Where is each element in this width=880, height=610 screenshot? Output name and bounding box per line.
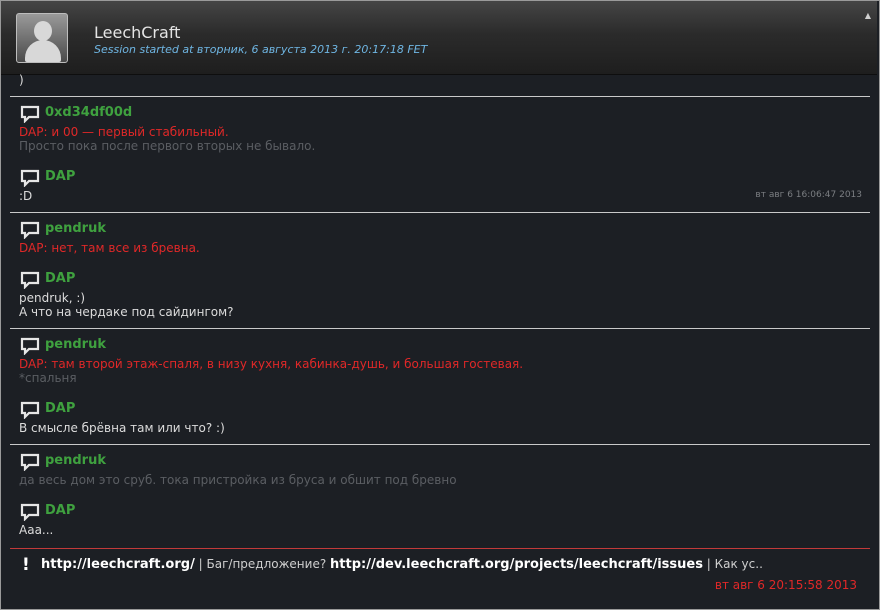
scroll-up-arrow-icon[interactable]: ▲ <box>865 11 871 20</box>
partial-message-text: ) <box>19 73 24 87</box>
message-nick[interactable]: 0xd34df00d <box>45 105 132 120</box>
message-text: DAP: там второй этаж-спаля, в низу кухня… <box>19 357 524 371</box>
topic-link-homepage[interactable]: http://leechcraft.org/ <box>41 557 195 572</box>
message-text: DAP: и 00 — первый стабильный. <box>19 125 229 139</box>
topic-timestamp: вт авг 6 20:15:58 2013 <box>714 578 857 592</box>
message-bubble-icon <box>20 271 40 289</box>
message-separator <box>10 96 870 97</box>
message-bubble-icon <box>20 105 40 123</box>
topic-line: http://leechcraft.org/ | Баг/предложение… <box>41 557 763 572</box>
message-text: А что на чердаке под сайдингом? <box>19 305 234 319</box>
avatar-head-shape <box>34 21 52 41</box>
message-nick[interactable]: DAP <box>45 169 75 184</box>
message-text: pendruk, :) <box>19 291 86 305</box>
message-text: Ааа... <box>19 523 54 537</box>
message-bubble-icon <box>20 401 40 419</box>
message-separator <box>10 212 870 213</box>
message-text: :D <box>19 189 33 203</box>
topic-text: | Баг/предложение? <box>194 557 331 571</box>
message-nick[interactable]: DAP <box>45 503 75 518</box>
chat-header: LeechCraft Session started at вторник, 6… <box>1 1 877 75</box>
topic-link-issues[interactable]: http://dev.leechcraft.org/projects/leech… <box>330 557 703 572</box>
session-started-text: Session started at вторник, 6 августа 20… <box>94 43 428 56</box>
topic-separator <box>10 548 870 549</box>
message-bubble-icon <box>20 221 40 239</box>
avatar-body-shape <box>25 40 61 62</box>
message-text: да весь дом это сруб. тока пристройка из… <box>19 473 457 487</box>
message-separator <box>10 444 870 445</box>
topic-text: | Как ус.. <box>702 557 763 571</box>
chat-title: LeechCraft <box>94 23 181 42</box>
message-text: DAP: нет, там все из бревна. <box>19 241 200 255</box>
message-text: В смысле брёвна там или что? :) <box>19 421 225 435</box>
message-nick[interactable]: DAP <box>45 401 75 416</box>
avatar[interactable] <box>16 13 68 63</box>
message-nick[interactable]: pendruk <box>45 221 106 236</box>
message-bubble-icon <box>20 169 40 187</box>
message-bubble-icon <box>20 453 40 471</box>
message-bubble-icon <box>20 337 40 355</box>
message-timestamp: вт авг 6 16:06:47 2013 <box>755 190 862 200</box>
message-text: Просто пока после первого вторых не быва… <box>19 139 316 153</box>
message-nick[interactable]: pendruk <box>45 453 106 468</box>
message-nick[interactable]: pendruk <box>45 337 106 352</box>
exclamation-icon: ! <box>22 555 30 575</box>
message-text: *спальня <box>19 371 77 385</box>
message-separator <box>10 328 870 329</box>
message-bubble-icon <box>20 503 40 521</box>
message-nick[interactable]: DAP <box>45 271 75 286</box>
